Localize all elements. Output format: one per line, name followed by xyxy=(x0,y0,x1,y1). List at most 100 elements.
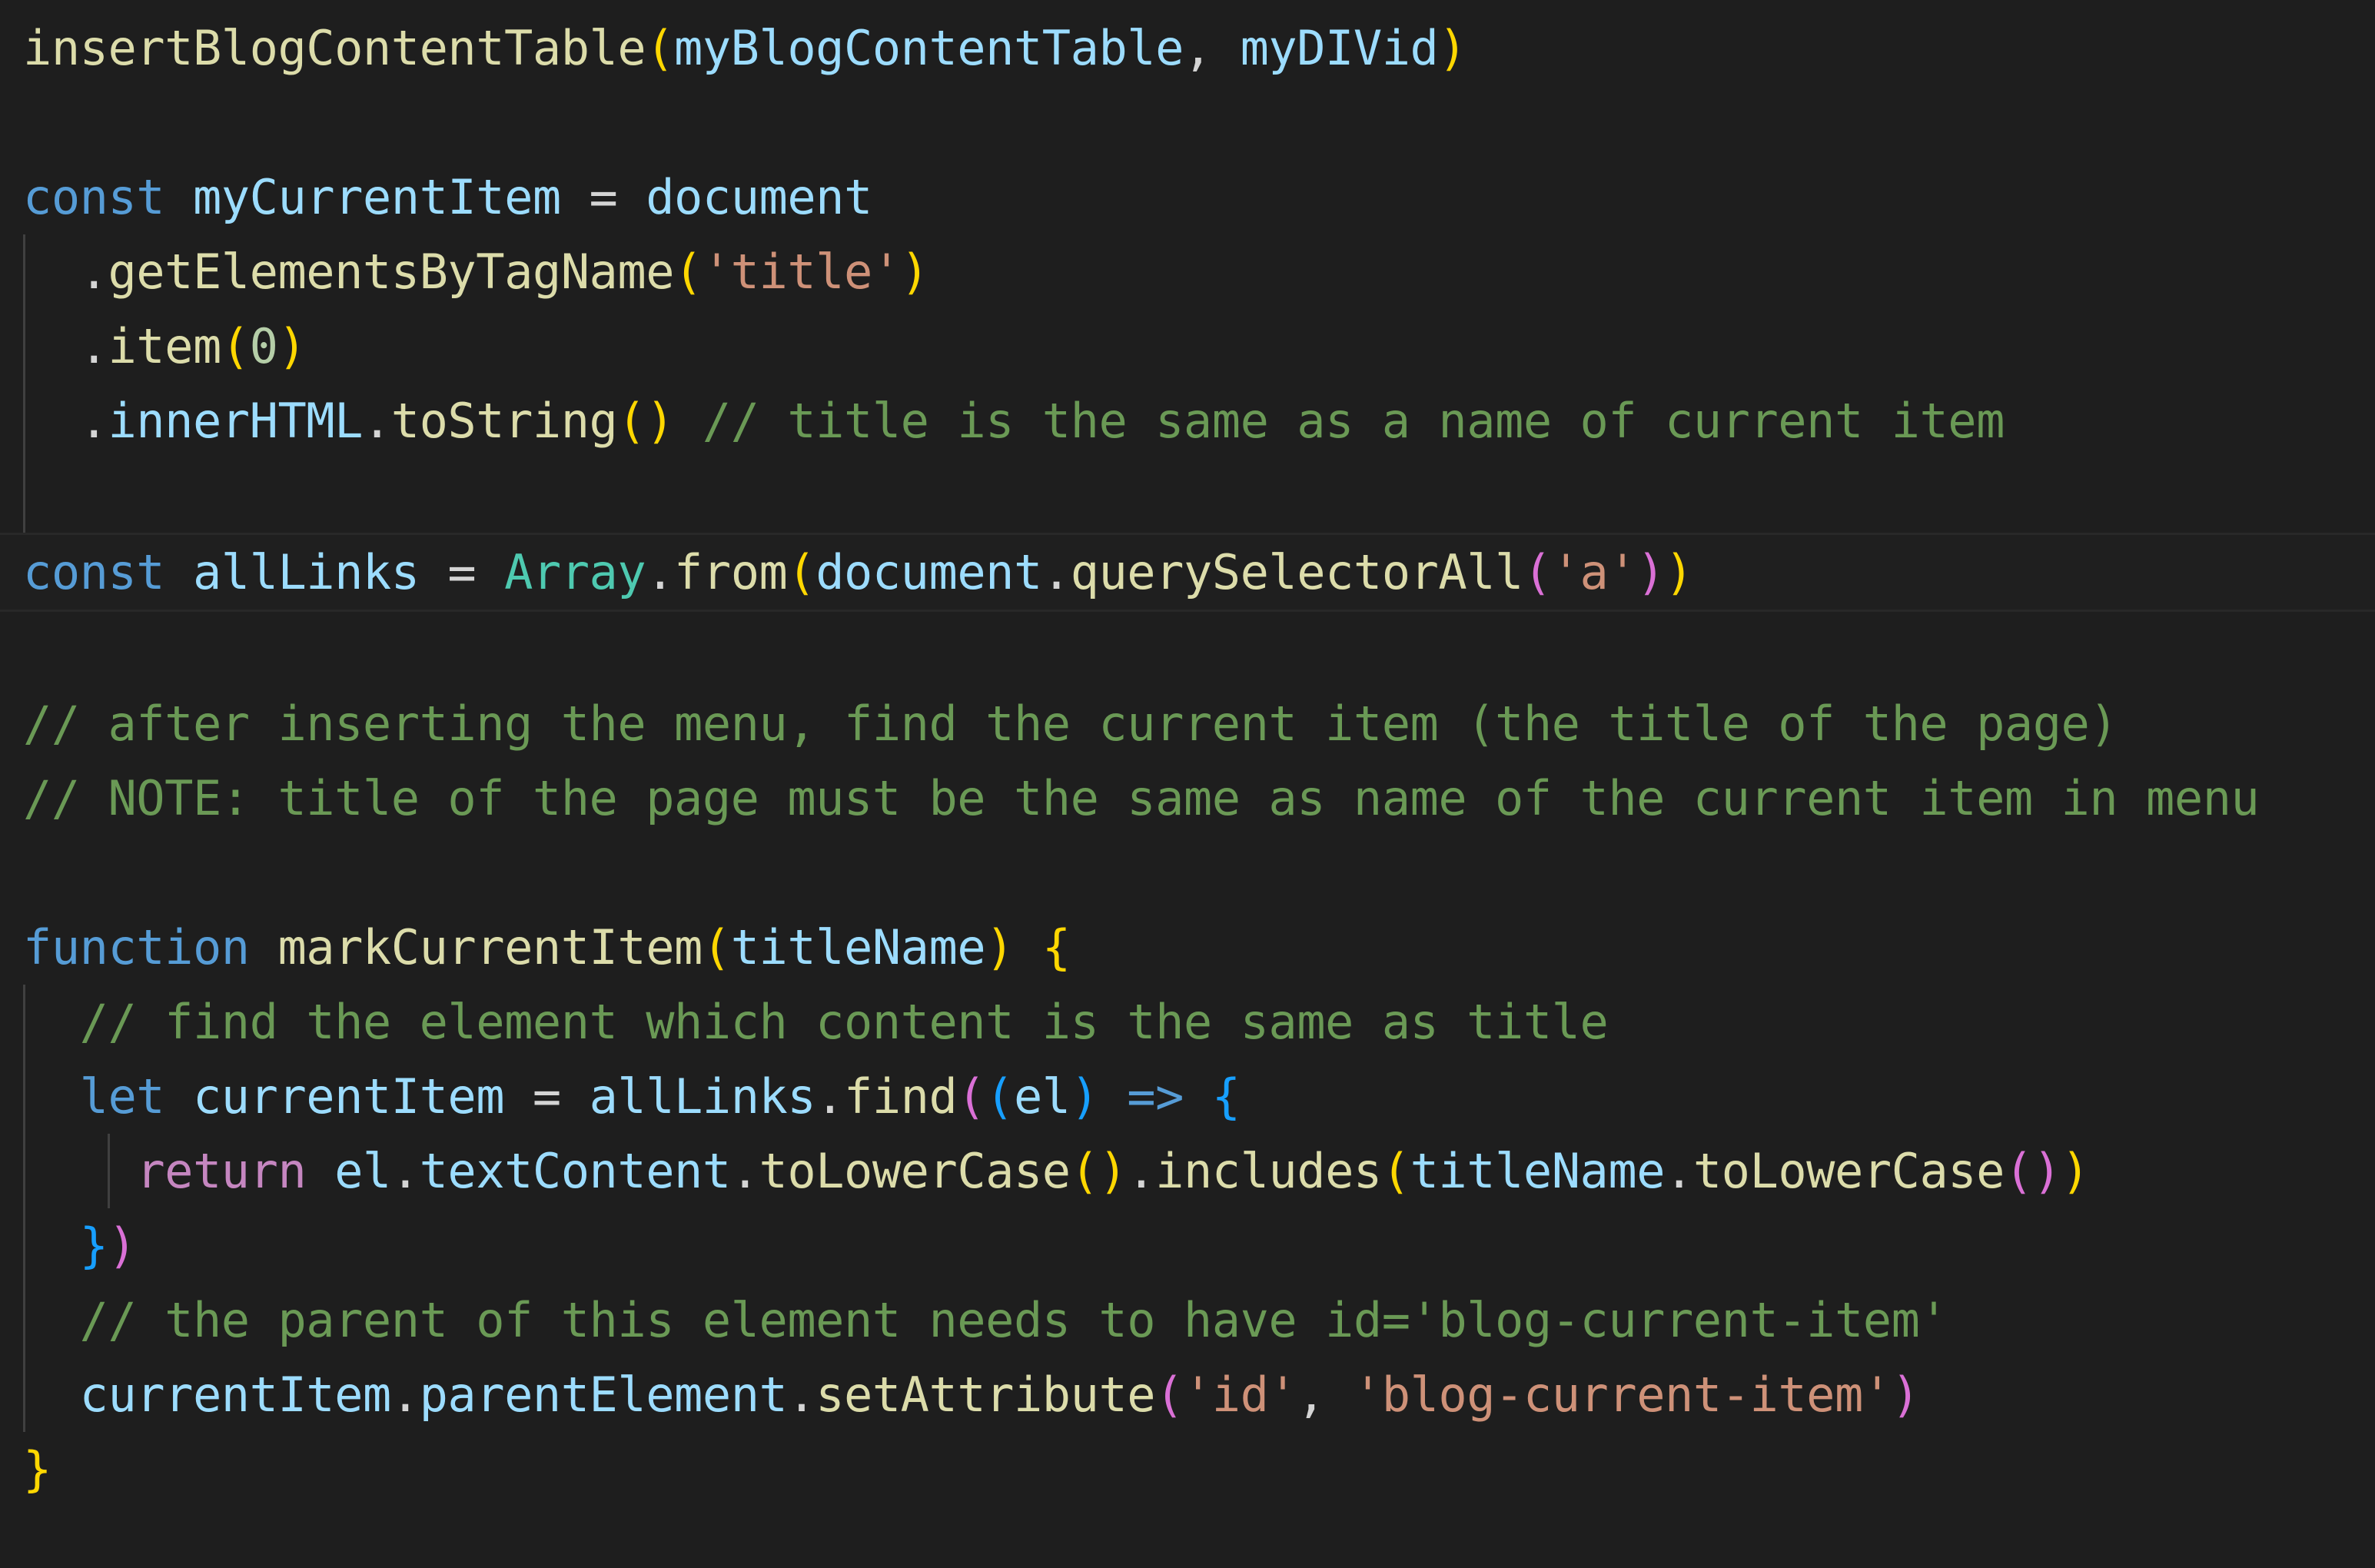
code-token: = xyxy=(419,544,505,600)
code-token: = xyxy=(504,1068,590,1125)
code-line[interactable] xyxy=(0,835,2375,910)
code-token: ) xyxy=(1665,544,1693,600)
code-token: querySelectorAll xyxy=(1070,544,1524,600)
code-token: 'id' xyxy=(1183,1367,1297,1423)
code-token: . xyxy=(23,244,108,300)
code-token: ( xyxy=(2004,1143,2033,1199)
code-token: ( xyxy=(1381,1143,1410,1199)
code-token: 'blog-current-item' xyxy=(1353,1367,1892,1423)
code-token: ( xyxy=(985,1068,1014,1125)
code-line[interactable]: function markCurrentItem(titleName) { xyxy=(0,910,2375,985)
code-token: toString xyxy=(390,393,618,449)
code-token: ( xyxy=(702,919,731,975)
code-line[interactable]: }) xyxy=(0,1208,2375,1283)
code-line[interactable] xyxy=(0,458,2375,533)
code-token: ) xyxy=(2061,1143,2090,1199)
code-token: ) xyxy=(277,318,307,374)
indent-guide xyxy=(23,1208,25,1283)
code-token: getElementsByTagName xyxy=(108,244,675,300)
code-line[interactable]: // after inserting the menu, find the cu… xyxy=(0,686,2375,761)
code-token: titleName xyxy=(730,919,986,975)
code-token: allLinks xyxy=(192,544,420,600)
code-token: document xyxy=(646,169,872,225)
code-token: includes xyxy=(1155,1143,1382,1199)
code-token: function xyxy=(23,919,250,975)
code-token: ( xyxy=(1070,1143,1099,1199)
code-token: . xyxy=(390,1143,420,1199)
code-token: 0 xyxy=(249,318,278,374)
code-line[interactable]: return el.textContent.toLowerCase().incl… xyxy=(0,1134,2375,1208)
code-token: 'title' xyxy=(702,244,901,300)
code-line[interactable]: // the parent of this element needs to h… xyxy=(0,1283,2375,1357)
code-token: allLinks xyxy=(589,1068,816,1125)
code-line[interactable]: // NOTE: title of the page must be the s… xyxy=(0,761,2375,835)
indent-guide xyxy=(23,384,25,458)
code-token: . xyxy=(23,393,108,449)
code-line[interactable]: .getElementsByTagName('title') xyxy=(0,234,2375,309)
code-token: => xyxy=(1127,1068,1184,1125)
code-token: ) xyxy=(1098,1143,1128,1199)
code-token: innerHTML xyxy=(108,393,363,449)
code-line[interactable]: currentItem.parentElement.setAttribute('… xyxy=(0,1357,2375,1432)
code-token: // NOTE: title of the page must be the s… xyxy=(23,770,2260,826)
code-line[interactable]: // find the element which content is the… xyxy=(0,985,2375,1059)
code-line[interactable] xyxy=(0,85,2375,160)
code-line[interactable]: insertBlogContentTable(myBlogContentTabl… xyxy=(0,11,2375,85)
code-token: . xyxy=(390,1367,420,1423)
indent-guide xyxy=(23,1357,25,1432)
code-token: el xyxy=(334,1143,391,1199)
code-token: ( xyxy=(1523,544,1552,600)
indent-guide xyxy=(23,985,25,1059)
code-line-current[interactable]: const allLinks = Array.from(document.que… xyxy=(0,533,2375,612)
code-token: return xyxy=(136,1143,307,1199)
code-token: Array xyxy=(504,544,646,600)
code-token: ) xyxy=(985,919,1014,975)
code-token: ( xyxy=(646,20,675,76)
code-token: find xyxy=(844,1068,958,1125)
code-token: // after inserting the menu, find the cu… xyxy=(23,696,2118,752)
code-token: currentItem xyxy=(192,1068,505,1125)
code-token: . xyxy=(815,1068,845,1125)
code-token: ( xyxy=(617,393,646,449)
code-line[interactable]: .innerHTML.toString() // title is the sa… xyxy=(0,384,2375,458)
code-line[interactable] xyxy=(0,612,2375,686)
code-token: . xyxy=(1041,544,1071,600)
code-token: , xyxy=(1297,1367,1354,1423)
code-token: textContent xyxy=(419,1143,732,1199)
code-token: ) xyxy=(1070,1068,1099,1125)
code-line[interactable]: } xyxy=(0,1432,2375,1507)
code-token: . xyxy=(1665,1143,1693,1199)
code-token: ( xyxy=(674,244,703,300)
code-token: ) xyxy=(1891,1367,1920,1423)
code-token: ( xyxy=(957,1068,986,1125)
code-token: . xyxy=(1127,1143,1156,1199)
code-token: let xyxy=(79,1068,165,1125)
code-token: // find the element which content is the… xyxy=(79,994,1609,1050)
code-token: parentElement xyxy=(419,1367,788,1423)
code-line[interactable]: const myCurrentItem = document xyxy=(0,160,2375,234)
code-line[interactable]: .item(0) xyxy=(0,309,2375,384)
code-token: . xyxy=(730,1143,759,1199)
code-editor-viewport[interactable]: insertBlogContentTable(myBlogContentTabl… xyxy=(0,0,2375,1568)
code-token: . xyxy=(646,544,675,600)
code-token: { xyxy=(1041,919,1071,975)
code-token: ( xyxy=(787,544,816,600)
code-token: ( xyxy=(221,318,250,374)
indent-guide xyxy=(108,1134,110,1208)
code-token: = xyxy=(560,169,646,225)
code-token: toLowerCase xyxy=(1692,1143,2005,1199)
code-token: currentItem xyxy=(79,1367,392,1423)
code-token: const xyxy=(23,169,165,225)
code-token: . xyxy=(787,1367,816,1423)
code-line[interactable]: let currentItem = allLinks.find((el) => … xyxy=(0,1059,2375,1134)
